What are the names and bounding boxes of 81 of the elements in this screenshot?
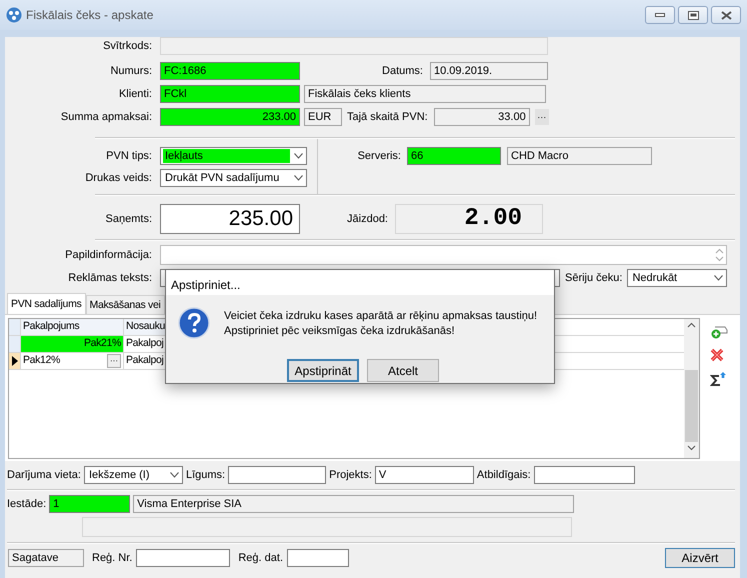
input-field[interactable]: 2.00 (395, 204, 543, 234)
table-cell-text: Pakalpoj (125, 336, 164, 352)
maximize-button[interactable] (678, 6, 708, 24)
question-icon (178, 307, 210, 339)
table-cell: Pak21% (21, 336, 124, 352)
field-label: Iestāde: (7, 496, 46, 512)
ellipsis-button[interactable]: ··· (107, 354, 121, 368)
status-field: Sagatave (8, 549, 84, 567)
table-cell-text: Pakalpoj (125, 353, 164, 368)
column-header[interactable]: Nosauku (124, 319, 168, 335)
input-field[interactable]: FC:1686 (160, 62, 300, 80)
minimize-icon (655, 13, 665, 17)
input-field[interactable]: 1 (49, 495, 130, 513)
field-label: Drukas veids: (84, 170, 152, 186)
window-title: Fiskālais čeks - apskate (26, 7, 154, 24)
dropdown[interactable]: Iekšzeme (I) (84, 466, 183, 484)
add-icon[interactable] (710, 325, 728, 339)
dialog-message: Veiciet čeka izdruku kases aparātā ar rēķinu apmaksas taustiņu! (224, 309, 538, 324)
input-field[interactable] (534, 466, 635, 484)
dropdown[interactable]: Nedrukāt (627, 269, 728, 287)
caret-icon (714, 275, 724, 281)
field-label: Saņemts: (104, 212, 152, 227)
ellipsis-button[interactable]: ··· (534, 109, 549, 125)
field-label: Reģ. Nr. (92, 550, 132, 566)
field-label: Datums: (381, 64, 423, 79)
dialog-button[interactable]: Atcelt (367, 359, 439, 382)
dialog-button[interactable]: Apstiprināt (287, 359, 359, 382)
field-label: Projekts: (329, 468, 372, 483)
input-field[interactable]: 66 (407, 147, 501, 165)
app-icon (6, 7, 22, 23)
field-label: Reklāmas teksts: (67, 270, 152, 286)
caret-icon (294, 175, 303, 181)
scrollbar[interactable] (684, 319, 699, 458)
dropdown[interactable]: Drukāt PVN sadalījumu (160, 169, 307, 187)
input-field[interactable]: 235.00 (160, 204, 300, 234)
input-field[interactable]: 33.00 (434, 108, 530, 126)
dialog-message: Apstipriniet pēc veiksmīgas čeka izdrukāšanās! (224, 324, 456, 339)
field-label: Klienti: (118, 86, 152, 102)
input-field[interactable] (228, 466, 326, 484)
caret-icon (170, 472, 179, 478)
maximize-icon (688, 10, 698, 20)
field-label: Serveris: (356, 148, 401, 164)
input-field[interactable]: Visma Enterprise SIA (133, 495, 574, 513)
field-label: Summa apmaksai: (60, 110, 152, 125)
current-row-icon (12, 356, 18, 366)
field-label: Papildinformācija: (64, 248, 152, 263)
dropdown[interactable]: Iekļauts (160, 147, 307, 165)
scroll-arrows-icon[interactable] (715, 248, 724, 262)
tab[interactable]: PVN sadalījums (7, 293, 86, 314)
field-label: PVN tips: (105, 148, 152, 164)
field-label: Reģ. dat. (238, 550, 283, 566)
close-window-button[interactable]: Aizvērt (665, 548, 735, 568)
input-field[interactable]: V (374, 466, 474, 484)
caret-icon (294, 153, 303, 159)
input-field[interactable]: FCkl (160, 85, 300, 103)
minimize-button[interactable] (645, 6, 675, 24)
input-field[interactable]: CHD Macro (507, 147, 652, 165)
field-label: Līgums: (186, 468, 226, 483)
close-icon (720, 10, 732, 20)
tab[interactable]: Maksāšanas vei (86, 295, 165, 314)
field-label: Jāizdod: (346, 212, 388, 227)
dialog-title: Apstipriniet... (166, 270, 554, 295)
table-cell-text: Pak12% (23, 353, 60, 368)
input-field[interactable]: Fiskālais čeks klients (304, 85, 546, 103)
field-label: Atbildīgais: (476, 468, 531, 483)
sum-icon[interactable] (710, 371, 727, 386)
field-label: Numurs: (109, 64, 152, 79)
input-field[interactable]: 233.00 (160, 108, 300, 126)
field-label: Svītrkods: (102, 38, 152, 54)
field-label: Tajā skaitā PVN: (347, 110, 428, 125)
input-field[interactable]: EUR (304, 108, 342, 126)
delete-icon[interactable] (710, 348, 724, 362)
field-label: Sēriju čeku: (565, 270, 622, 286)
column-header[interactable]: Pakalpojums (21, 319, 124, 335)
input-field[interactable] (287, 549, 349, 567)
close-button[interactable] (711, 6, 741, 24)
input-field[interactable]: 10.09.2019. (430, 62, 548, 80)
input-field[interactable] (136, 549, 230, 567)
input-field[interactable] (160, 245, 727, 265)
field-label: Darījuma vieta: (7, 468, 81, 483)
row-header[interactable] (9, 353, 21, 369)
